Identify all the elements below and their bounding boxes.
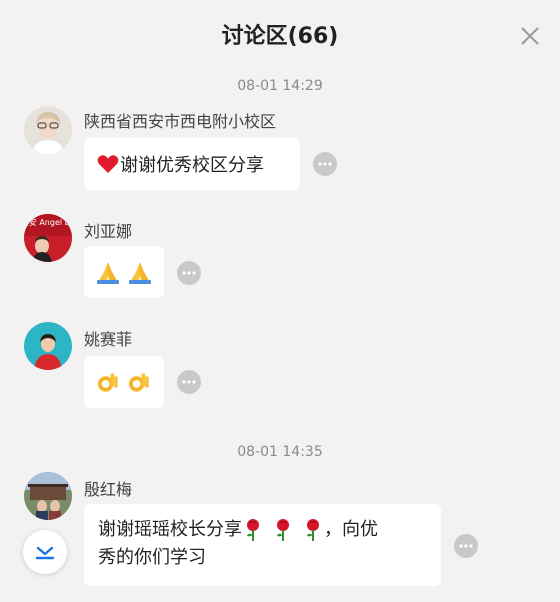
folded-hands-emoji-icon	[97, 262, 119, 284]
message-bubble[interactable]: 谢谢瑶瑶校长分享 ，向优 秀的你们学习	[84, 504, 441, 586]
rose-emoji-icon	[247, 519, 259, 541]
avatar[interactable]	[24, 322, 72, 370]
folded-hands-emoji-icon	[129, 262, 151, 284]
avatar[interactable]: 贝贝安 Angel Bear	[24, 214, 72, 262]
page-title: 讨论区(66)	[221, 24, 339, 49]
heart-emoji-icon	[97, 155, 119, 173]
ok-hand-emoji-icon	[97, 373, 118, 392]
chat-header: 讨论区(66)	[0, 0, 560, 70]
message-timestamp: 08-01 14:35	[237, 444, 323, 460]
sender-name: 姚赛菲	[84, 330, 133, 349]
more-dots-icon	[318, 162, 332, 166]
rose-emoji-icon	[307, 519, 319, 541]
more-options-button[interactable]	[454, 534, 478, 558]
message-text: ，向优	[324, 519, 378, 540]
message-bubble[interactable]	[84, 246, 164, 298]
more-options-button[interactable]	[313, 152, 337, 176]
more-dots-icon	[459, 544, 473, 548]
message-text: 谢谢优秀校区分享	[120, 155, 264, 176]
scroll-to-bottom-icon	[35, 546, 55, 560]
avatar[interactable]	[24, 106, 72, 154]
message-bubble[interactable]	[84, 356, 164, 408]
rose-emoji-icon	[277, 519, 289, 541]
more-dots-icon	[182, 271, 196, 275]
sender-name: 陕西省西安市西电附小校区	[84, 112, 277, 131]
sender-name: 殷红梅	[84, 480, 133, 499]
more-dots-icon	[182, 380, 196, 384]
close-button[interactable]	[516, 22, 544, 50]
close-icon	[521, 27, 539, 45]
message-timestamp: 08-01 14:29	[237, 78, 323, 94]
ok-hand-emoji-icon	[128, 373, 149, 392]
sender-name: 刘亚娜	[84, 222, 133, 241]
scroll-to-bottom-button[interactable]	[23, 530, 67, 574]
avatar-label: 贝贝安 Angel Bear	[24, 217, 72, 227]
more-options-button[interactable]	[177, 370, 201, 394]
message-bubble[interactable]: 谢谢优秀校区分享	[84, 138, 300, 190]
message-text: 秀的你们学习	[98, 547, 206, 568]
more-options-button[interactable]	[177, 261, 201, 285]
avatar[interactable]	[24, 472, 72, 520]
message-text: 谢谢瑶瑶校长分享	[98, 519, 242, 540]
